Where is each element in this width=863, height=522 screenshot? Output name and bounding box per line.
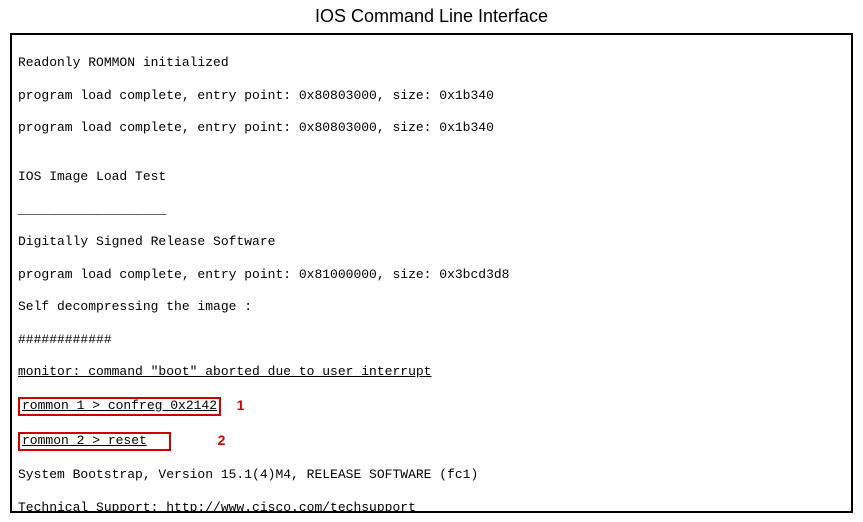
terminal-output[interactable]: Readonly ROMMON initialized program load… bbox=[10, 33, 853, 513]
terminal-line: monitor: command "boot" aborted due to u… bbox=[18, 364, 845, 380]
command-highlight-box: rommon 2 > reset bbox=[18, 432, 171, 451]
terminal-line: Technical Support: http://www.cisco.com/… bbox=[18, 500, 845, 513]
terminal-line: program load complete, entry point: 0x81… bbox=[18, 267, 845, 283]
terminal-line: System Bootstrap, Version 15.1(4)M4, REL… bbox=[18, 467, 845, 483]
command-row-2: rommon 2 > reset 2 bbox=[18, 432, 845, 451]
terminal-line: Readonly ROMMON initialized bbox=[18, 55, 845, 71]
terminal-line: program load complete, entry point: 0x80… bbox=[18, 88, 845, 104]
command-text: rommon 1 > confreg 0x2142 bbox=[22, 398, 217, 413]
command-text: rommon 2 > reset bbox=[22, 433, 147, 448]
command-highlight-box: rommon 1 > confreg 0x2142 bbox=[18, 397, 221, 416]
page-title: IOS Command Line Interface bbox=[0, 0, 863, 33]
terminal-line: program load complete, entry point: 0x80… bbox=[18, 120, 845, 136]
terminal-line: ############ bbox=[18, 332, 845, 348]
command-row-1: rommon 1 > confreg 0x2142 1 bbox=[18, 397, 845, 416]
terminal-line: Digitally Signed Release Software bbox=[18, 234, 845, 250]
terminal-line: IOS Image Load Test bbox=[18, 169, 845, 185]
annotation-number: 1 bbox=[237, 397, 245, 415]
terminal-line: Self decompressing the image : bbox=[18, 299, 845, 315]
terminal-container: Readonly ROMMON initialized program load… bbox=[10, 33, 853, 513]
terminal-line: ___________________ bbox=[18, 202, 845, 218]
annotation-number: 2 bbox=[218, 432, 226, 450]
